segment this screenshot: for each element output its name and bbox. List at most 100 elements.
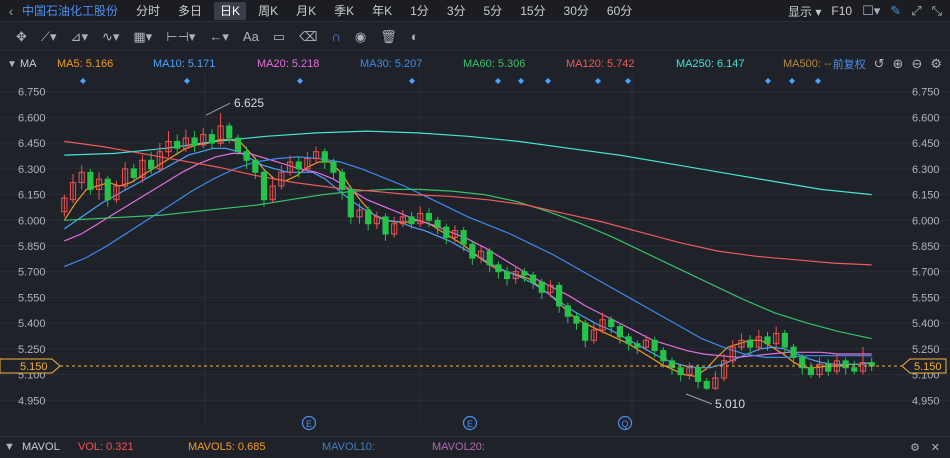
collapse-arrow-icon[interactable]: ▼ — [4, 441, 15, 453]
event-marker-icon — [815, 78, 821, 84]
text-tool-icon[interactable]: Aa — [243, 29, 259, 44]
candle — [312, 146, 320, 164]
mavol20-value: MAVOL20: — [432, 441, 485, 453]
ma-title[interactable]: MA — [20, 58, 54, 70]
fib-tool-icon[interactable]: ▦▾ — [133, 29, 152, 45]
candle — [686, 362, 693, 380]
settings-icon[interactable]: ⚙ — [910, 441, 920, 454]
trash-icon[interactable]: 🗑 — [380, 29, 397, 45]
price-tick-right: 5.700 — [912, 267, 940, 279]
event-badge[interactable]: Q — [617, 415, 633, 431]
period-tab[interactable]: 分时 — [130, 2, 166, 20]
add-icon[interactable]: ⊕ — [893, 56, 904, 72]
line-tool-icon[interactable]: ⟋▾ — [41, 29, 57, 45]
arrow-tool-icon[interactable]: ←▾ — [209, 29, 229, 45]
mavol5-value: MAVOL5: 0.685 — [188, 441, 266, 453]
period-tab[interactable]: 多日 — [172, 2, 208, 20]
period-tab[interactable]: 周K — [252, 2, 284, 20]
candle — [295, 156, 302, 178]
collapse-arrow-icon[interactable]: ▼ — [4, 59, 20, 70]
eraser-icon[interactable]: ⌫ — [299, 29, 317, 45]
ma-legend-item: MA60: 5.306 — [463, 58, 526, 70]
current-price-left: 5.150 — [20, 361, 48, 373]
price-tick-right: 4.950 — [912, 395, 940, 407]
price-tick-left: 6.450 — [18, 138, 46, 150]
toggle-icon[interactable]: ◐ — [411, 29, 419, 44]
event-badge[interactable]: E — [462, 415, 478, 431]
drawing-toolbar: ✥ ⟋▾ ⊿▾ ∿▾ ▦▾ ⊢⊣▾ ←▾ Aa ▭ ⌫ ∩ ◉ 🗑 ◐ — [0, 23, 950, 51]
fullscreen-icon[interactable]: ⤢ — [911, 3, 921, 19]
price-tick-right: 5.850 — [912, 241, 940, 253]
candle-body — [321, 151, 328, 163]
candle-body — [556, 284, 563, 307]
stock-name[interactable]: 中国石油化工股份 — [22, 2, 118, 19]
candle — [443, 223, 450, 245]
price-tick-right: 6.150 — [912, 190, 940, 202]
candle-body — [425, 212, 433, 221]
period-tab[interactable]: 30分 — [558, 2, 595, 20]
remove-icon[interactable]: ⊖ — [911, 56, 922, 72]
candle — [382, 213, 389, 241]
wave-tool-icon[interactable]: ∿▾ — [102, 29, 119, 45]
period-tab[interactable]: 3分 — [441, 2, 472, 20]
price-tick-left: 6.300 — [18, 164, 46, 176]
candle — [851, 360, 858, 375]
eye-icon[interactable]: ◉ — [355, 29, 366, 45]
range-tool-icon[interactable]: ⊢⊣▾ — [166, 29, 195, 45]
candle-body — [781, 332, 788, 348]
shrink-icon[interactable]: ⤡ — [932, 3, 942, 19]
candle-body — [443, 226, 450, 238]
candle-body — [764, 336, 771, 345]
mavol-title[interactable]: MAVOL — [22, 441, 60, 453]
checkbox-icon[interactable]: ☐▾ — [862, 3, 880, 19]
current-price-right: 5.150 — [914, 361, 942, 373]
candle-body — [148, 159, 155, 170]
ma-legend-bar: ▼ MA MA5: 5.166 MA10: 5.171 MA20: 5.218 MA3… — [0, 54, 950, 74]
period-tab[interactable]: 60分 — [601, 2, 638, 20]
period-tab[interactable]: 1分 — [404, 2, 435, 20]
magnet-icon[interactable]: ∩ — [332, 29, 341, 44]
undo-icon[interactable]: ↺ — [874, 56, 885, 72]
settings-icon[interactable]: ⚙ — [930, 56, 942, 72]
period-tab[interactable]: 季K — [328, 2, 360, 20]
candle — [547, 280, 554, 298]
candle-body — [347, 188, 354, 218]
comment-tool-icon[interactable]: ▭ — [273, 29, 285, 45]
crosshair-icon[interactable]: ✥ — [16, 29, 27, 45]
candle — [694, 364, 702, 389]
candle — [538, 278, 545, 300]
close-icon[interactable]: ✕ — [931, 441, 940, 454]
adjust-label[interactable]: 前复权 — [833, 56, 866, 72]
back-arrow-icon[interactable]: ‹ — [0, 3, 22, 19]
f10-button[interactable]: F10 — [831, 4, 852, 18]
pen-icon[interactable]: ✎ — [890, 3, 901, 19]
candle — [807, 362, 814, 378]
display-menu[interactable]: 显示 ▾ — [788, 3, 821, 20]
ma60-line — [64, 188, 872, 340]
candle-body — [503, 271, 511, 280]
period-tab[interactable]: 日K — [214, 1, 247, 20]
period-tab[interactable]: 月K — [290, 2, 322, 20]
candle-body — [807, 367, 814, 376]
event-badge[interactable]: E — [301, 415, 317, 431]
candle — [825, 359, 832, 377]
period-tab[interactable]: 年K — [366, 2, 398, 20]
kline-chart[interactable]: 6.750 6.600 6.450 6.300 6.150 6.000 5.850 5.700… — [0, 74, 950, 454]
candle-body — [521, 271, 528, 276]
event-marker-icon — [518, 78, 524, 84]
candle — [556, 282, 563, 313]
candle-body — [174, 140, 181, 149]
candle-body — [868, 362, 875, 367]
candle-body — [851, 367, 858, 372]
channel-tool-icon[interactable]: ⊿▾ — [71, 29, 88, 45]
period-tab[interactable]: 15分 — [514, 2, 551, 20]
period-tab[interactable]: 5分 — [478, 2, 509, 20]
price-tick-right: 6.450 — [912, 138, 940, 150]
candle-body — [130, 168, 137, 178]
candle-body — [295, 161, 302, 170]
price-tick-left: 6.000 — [18, 215, 46, 227]
ma-legend-item: MA120: 5.742 — [566, 58, 635, 70]
candle-body — [226, 125, 233, 139]
candle — [799, 354, 806, 375]
candle — [165, 131, 172, 157]
